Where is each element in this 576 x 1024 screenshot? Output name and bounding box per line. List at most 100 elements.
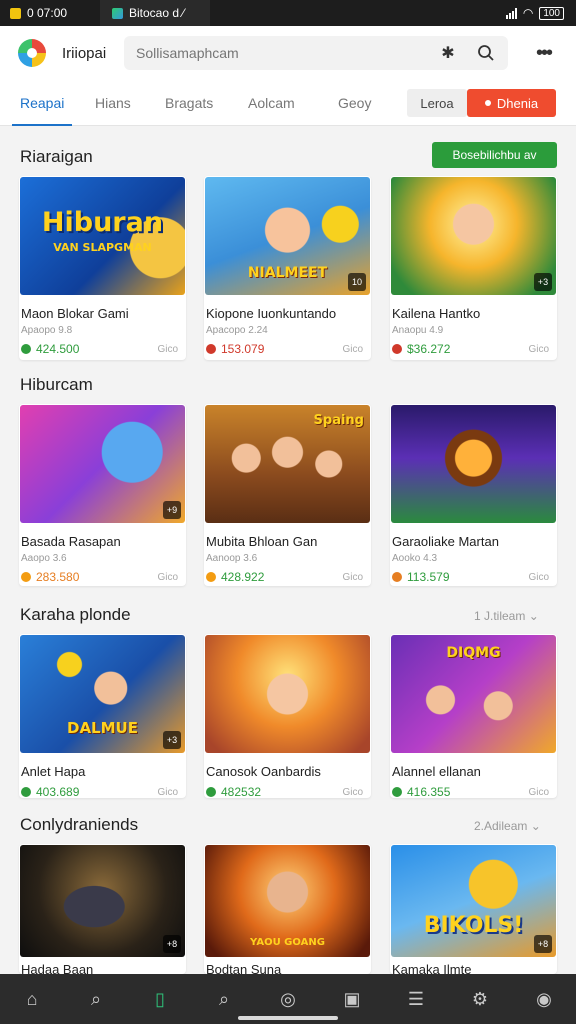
game-card[interactable]: NIALMEET 10 Kiopone Iuonkuntando Apacopo… xyxy=(204,176,371,360)
game-thumbnail: DALMUE +3 xyxy=(20,635,185,753)
game-thumbnail: YAOU GOANG xyxy=(205,845,370,957)
see-all-link[interactable]: 1 J.tileam ⌄ xyxy=(474,609,539,623)
price-dot-icon xyxy=(206,344,216,354)
gamepad-icon[interactable]: ▣ xyxy=(337,989,367,1010)
game-thumbnail: Spaing xyxy=(205,405,370,523)
game-meta: Gico xyxy=(528,786,549,798)
game-card[interactable]: DIQMG Alannel ellanan 416.355 Gico xyxy=(390,634,557,798)
chevron-down-icon: ⌄ xyxy=(530,819,541,833)
thumbnail-title: Spaing xyxy=(313,413,364,428)
search-icon[interactable] xyxy=(476,43,496,63)
thumbnail-title: BIKOLS! xyxy=(423,913,524,938)
compass-icon[interactable]: ◎ xyxy=(273,989,303,1010)
game-price: 416.355 xyxy=(407,785,451,798)
game-card[interactable]: BIKOLS! +8 Kamaka Ilmte xyxy=(390,844,557,974)
game-title: Canosok Oanbardis xyxy=(206,764,321,779)
game-thumbnail xyxy=(391,405,556,523)
status-bar: 0 07:00 Bitocao d ⁄ ◠ 100 xyxy=(0,0,576,26)
sparkle-icon[interactable]: ✱ xyxy=(438,43,458,63)
thumbnail-subtitle: YAOU GOANG xyxy=(250,937,325,948)
game-card[interactable]: +9 Basada Rasapan Aaopo 3.6 283.580 Gico xyxy=(19,404,186,586)
settings-icon[interactable]: ⚙ xyxy=(465,989,495,1010)
category-tabs: Reapai Hians Bragats Aolcam Geoy Leroa D… xyxy=(0,80,576,126)
more-menu-icon[interactable]: ••• xyxy=(536,42,553,65)
game-card[interactable]: DALMUE +3 Anlet Hapa 403.689 Gico xyxy=(19,634,186,798)
filter-button[interactable]: Bosebilichbu av xyxy=(432,142,557,168)
game-rating: Apacopo 2.24 xyxy=(206,325,268,336)
game-card[interactable]: YAOU GOANG Bodtan Suna xyxy=(204,844,371,974)
count-badge: +8 xyxy=(163,935,181,953)
wifi-icon: ◠ xyxy=(522,6,534,20)
game-card[interactable]: +3 Kailena Hantko Anaopu 4.9 $36.272 Gico xyxy=(390,176,557,360)
tab-4[interactable]: Geoy xyxy=(338,80,371,126)
app-logo-icon[interactable] xyxy=(18,39,46,67)
primary-tab-button[interactable]: Dhenia xyxy=(467,89,556,117)
notification-app-icon xyxy=(112,7,123,19)
search-input[interactable] xyxy=(136,45,420,61)
game-title: Bodtan Suna xyxy=(206,962,282,974)
count-badge: 10 xyxy=(348,273,366,291)
count-badge: +9 xyxy=(163,501,181,519)
thumbnail-title: DIQMG xyxy=(446,645,501,661)
app-notification-icon xyxy=(10,7,21,19)
tab-2[interactable]: Bragats xyxy=(165,80,213,126)
chevron-down-icon: ⌄ xyxy=(528,609,539,623)
tab-0[interactable]: Reapai xyxy=(11,80,73,126)
price-dot-icon xyxy=(206,572,216,582)
game-meta: Gico xyxy=(157,786,178,798)
search-icon[interactable]: ⌕ xyxy=(81,989,111,1010)
game-thumbnail xyxy=(205,635,370,753)
profile-icon[interactable]: ◉ xyxy=(529,989,559,1010)
home-icon[interactable]: ⌂ xyxy=(17,989,47,1010)
notification-text: Bitocao d ⁄ xyxy=(129,6,185,20)
thumbnail-subtitle: VAN SLAPGMAN xyxy=(53,241,152,254)
game-price: 424.500 xyxy=(36,342,80,356)
game-price: $36.272 xyxy=(407,342,451,356)
app-name: Iriiopai xyxy=(62,44,107,62)
game-rating: Aaopo 3.6 xyxy=(21,553,67,564)
game-card[interactable]: Spaing Mubita Bhloan Gan Aanoop 3.6 428.… xyxy=(204,404,371,586)
filter-button-label: Bosebilichbu av xyxy=(452,148,537,162)
game-card[interactable]: Hiburan VAN SLAPGMAN Maon Blokar Gami Ap… xyxy=(19,176,186,360)
game-rating: Anaopu 4.9 xyxy=(392,325,444,336)
game-thumbnail: Hiburan VAN SLAPGMAN xyxy=(20,177,185,295)
signal-icon xyxy=(505,7,517,19)
bookmark-icon[interactable]: ▯ xyxy=(145,989,175,1010)
game-meta: Gico xyxy=(342,786,363,798)
game-meta: Gico xyxy=(157,343,178,355)
count-badge: +3 xyxy=(163,731,181,749)
game-title: Hadaa Baan xyxy=(21,962,94,974)
thumbnail-title: Hiburan xyxy=(41,207,164,238)
game-card[interactable]: Garaoliake Martan Aooko 4.3 113.579 Gico xyxy=(390,404,557,586)
section-title-1: Hiburcam xyxy=(20,375,93,394)
game-title: Maon Blokar Gami xyxy=(21,306,129,321)
list-icon[interactable]: ☰ xyxy=(401,989,431,1010)
game-rating: Aooko 4.3 xyxy=(392,553,438,564)
record-icon xyxy=(484,100,491,106)
top-app-bar: Iriiopai ✱ ••• xyxy=(0,26,576,80)
game-price: 428.922 xyxy=(221,570,265,584)
game-price: 113.579 xyxy=(407,570,450,584)
game-meta: Gico xyxy=(342,343,363,355)
notification-chip: Bitocao d ⁄ xyxy=(100,0,210,26)
game-title: Kiopone Iuonkuntando xyxy=(206,306,337,321)
game-meta: Gico xyxy=(528,571,549,583)
game-meta: Gico xyxy=(528,343,549,355)
game-card[interactable]: +8 Hadaa Baan xyxy=(19,844,186,974)
game-title: Mubita Bhloan Gan xyxy=(206,534,318,549)
tab-3[interactable]: Aolcam xyxy=(248,80,295,126)
game-price: 153.079 xyxy=(221,342,265,356)
game-title: Basada Rasapan xyxy=(21,534,121,549)
price-dot-icon xyxy=(21,787,31,797)
home-indicator xyxy=(238,1016,338,1020)
count-badge: +3 xyxy=(534,273,552,291)
secondary-tab-button[interactable]: Leroa xyxy=(407,89,467,117)
thumbnail-title: DALMUE xyxy=(67,719,138,737)
explore-icon[interactable]: ⌕ xyxy=(209,989,239,1010)
count-badge: +8 xyxy=(534,935,552,953)
search-bar[interactable]: ✱ xyxy=(124,36,508,70)
game-title: Kamaka Ilmte xyxy=(392,962,472,974)
see-all-link[interactable]: 2.Adileam ⌄ xyxy=(474,819,541,833)
game-card[interactable]: Canosok Oanbardis 482532 Gico xyxy=(204,634,371,798)
tab-1[interactable]: Hians xyxy=(95,80,131,126)
